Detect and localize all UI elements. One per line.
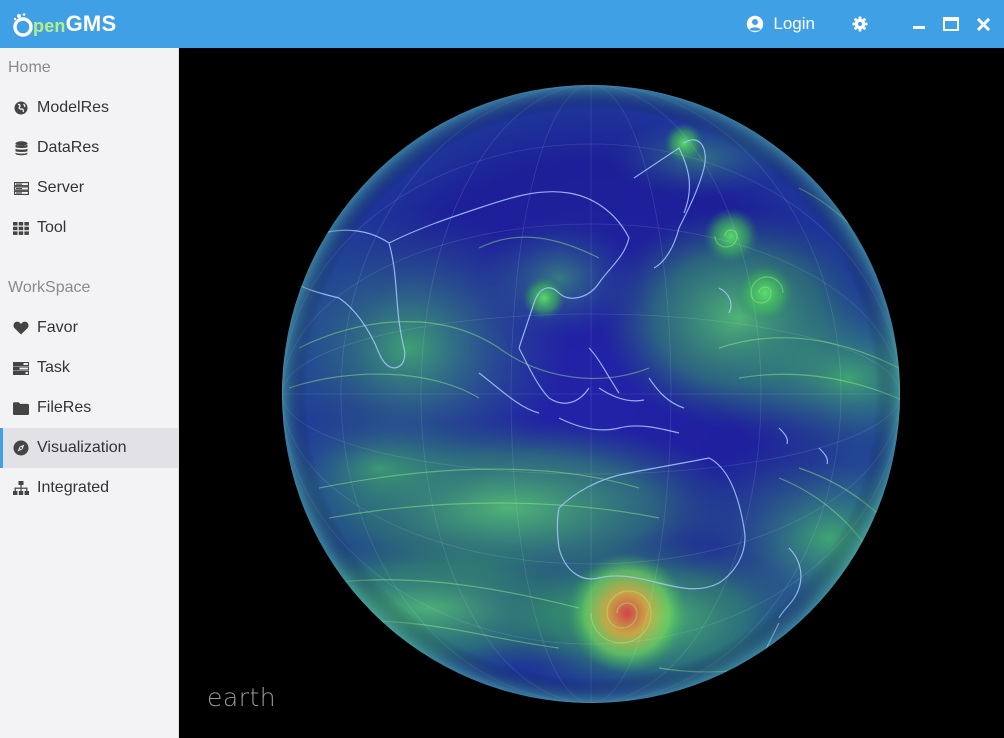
sidebar-item-label: Integrated xyxy=(37,479,110,496)
sidebar-item-visualization[interactable]: Visualization xyxy=(0,428,178,468)
sidebar-item-label: Server xyxy=(37,179,85,196)
sidebar-item-label: FileRes xyxy=(37,399,92,416)
close-button[interactable] xyxy=(967,9,999,39)
globe-rim xyxy=(282,85,900,703)
section-title-workspace[interactable]: WorkSpace xyxy=(0,268,178,308)
minimize-button[interactable] xyxy=(903,9,935,39)
globe-icon xyxy=(13,100,29,116)
logo-pen-text: pen xyxy=(33,15,66,36)
login-button[interactable]: Login xyxy=(746,14,815,34)
earth-globe[interactable] xyxy=(179,48,1004,738)
sidebar-item-integrated[interactable]: Integrated xyxy=(0,468,178,508)
sidebar-item-label: Task xyxy=(37,359,70,376)
title-actions: Login xyxy=(746,0,1004,48)
sidebar-item-datares[interactable]: DataRes xyxy=(0,128,178,168)
maximize-icon xyxy=(943,17,959,31)
user-circle-icon xyxy=(747,15,764,33)
sidebar-item-favor[interactable]: Favor xyxy=(0,308,178,348)
sidebar-item-tool[interactable]: Tool xyxy=(0,208,178,248)
logo-o-icon xyxy=(12,12,33,37)
login-label: Login xyxy=(773,14,815,33)
folder-icon xyxy=(13,400,29,416)
heart-icon xyxy=(13,320,29,336)
tasks-icon xyxy=(13,360,29,376)
sidebar-item-label: DataRes xyxy=(37,139,100,156)
sidebar-item-label: Visualization xyxy=(37,439,127,456)
gear-icon xyxy=(852,16,868,32)
close-icon xyxy=(976,17,990,31)
sidebar-item-label: Favor xyxy=(37,319,78,336)
opengms-logo[interactable]: pen GMS xyxy=(12,6,116,42)
sidebar-item-modelres[interactable]: ModelRes xyxy=(0,88,178,128)
compass-icon xyxy=(13,440,29,456)
sidebar-item-server[interactable]: Server xyxy=(0,168,178,208)
app-window: pen GMS Login Home ModelRes DataRes Serv… xyxy=(0,0,1004,738)
sidebar-item-label: Tool xyxy=(37,219,67,236)
sitemap-icon xyxy=(13,480,29,496)
section-title-home[interactable]: Home xyxy=(0,48,178,88)
title-bar: pen GMS Login xyxy=(0,0,1004,48)
database-icon xyxy=(13,140,29,156)
grid-icon xyxy=(13,220,29,236)
earth-label[interactable]: earth xyxy=(207,683,276,712)
sidebar-item-task[interactable]: Task xyxy=(0,348,178,388)
settings-button[interactable] xyxy=(845,9,875,39)
maximize-button[interactable] xyxy=(935,9,967,39)
sidebar: Home ModelRes DataRes Server Tool WorkSp… xyxy=(0,48,179,738)
server-icon xyxy=(13,180,29,196)
sidebar-item-label: ModelRes xyxy=(37,99,110,116)
sidebar-item-fileres[interactable]: FileRes xyxy=(0,388,178,428)
window-controls xyxy=(903,9,999,39)
visualization-panel: earth xyxy=(179,48,1004,738)
logo-gms-text: GMS xyxy=(65,11,117,36)
minimize-icon xyxy=(913,26,925,29)
